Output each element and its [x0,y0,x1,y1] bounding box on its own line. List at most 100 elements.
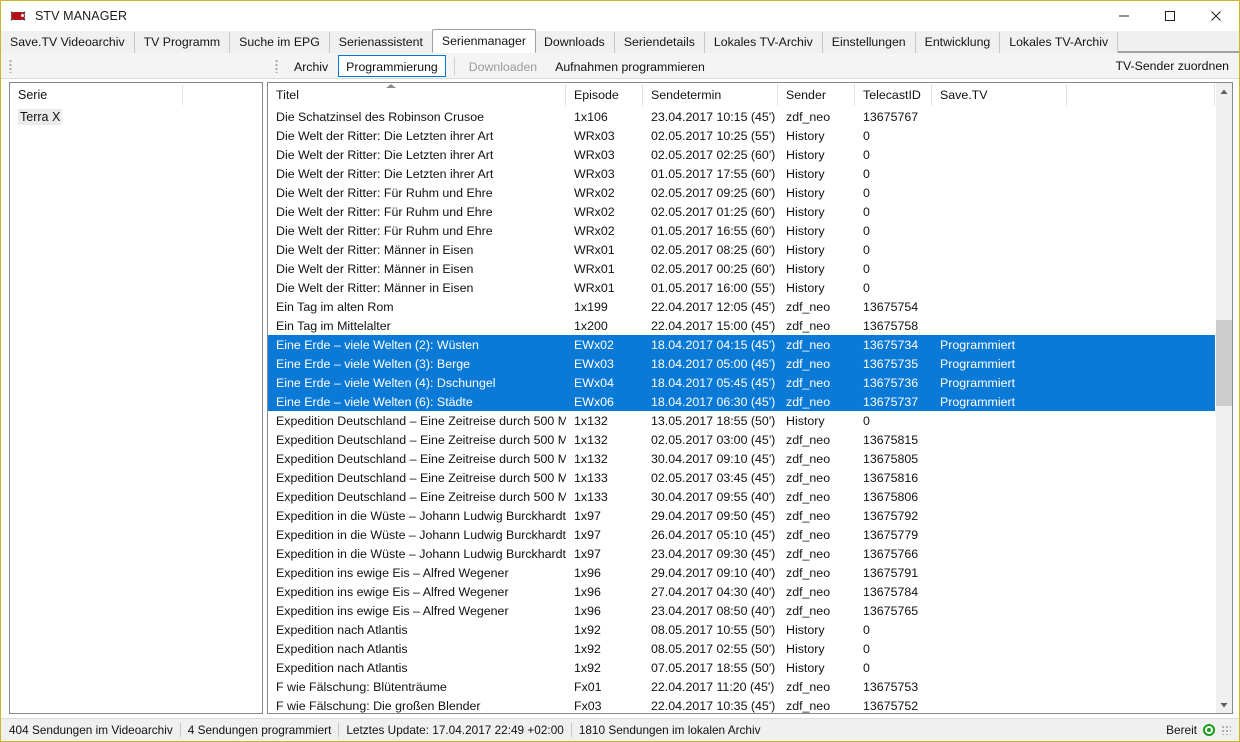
table-row[interactable]: Expedition Deutschland – Eine Zeitreise … [268,411,1215,430]
grid-vertical-scrollbar[interactable] [1215,83,1232,713]
cell-titel: Expedition ins ewige Eis – Alfred Wegene… [268,604,566,618]
tv-sender-zuordnen-button[interactable]: TV-Sender zuordnen [1116,59,1229,73]
table-row[interactable]: Expedition Deutschland – Eine Zeitreise … [268,430,1215,449]
tab-einstellungen[interactable]: Einstellungen [823,32,916,53]
sendungen-grid[interactable]: Titel Episode Sendetermin Sender Telecas… [267,82,1233,714]
cell-episode: 1x92 [566,623,643,637]
cell-sendetermin: 22.04.2017 15:00 (45') [643,319,778,333]
cell-sendetermin: 26.04.2017 05:10 (45') [643,528,778,542]
table-row[interactable]: F wie Fälschung: Die großen BlenderFx032… [268,696,1215,713]
tab-lokales-tv-archiv-2[interactable]: Lokales TV-Archiv [1000,32,1118,53]
window-title: STV MANAGER [35,9,127,23]
serie-column-header[interactable]: Serie [10,88,182,102]
table-row[interactable]: Ein Tag im alten Rom1x19922.04.2017 12:0… [268,297,1215,316]
close-button[interactable] [1193,1,1239,31]
window-controls [1101,1,1239,31]
cell-sendetermin: 01.05.2017 16:55 (60') [643,224,778,238]
minimize-button[interactable] [1101,1,1147,31]
left-toolstrip [1,53,267,79]
table-row[interactable]: Die Welt der Ritter: Männer in EisenWRx0… [268,278,1215,297]
toolbar-grip-icon[interactable] [275,59,278,73]
tab-save-tv-videoarchiv[interactable]: Save.TV Videoarchiv [1,32,135,53]
tab-serienassistent[interactable]: Serienassistent [330,32,433,53]
cell-telecastid: 0 [855,661,932,675]
cell-sender: History [778,186,855,200]
column-header-sendetermin[interactable]: Sendetermin [643,84,778,106]
tab-lokales-tv-archiv[interactable]: Lokales TV-Archiv [705,32,823,53]
toolbar-grip-icon[interactable] [9,59,12,73]
archiv-button[interactable]: Archiv [286,55,336,77]
table-row[interactable]: Expedition nach Atlantis1x9208.05.2017 1… [268,620,1215,639]
table-row[interactable]: Die Welt der Ritter: Für Ruhm und EhreWR… [268,202,1215,221]
table-row[interactable]: Ein Tag im Mittelalter1x20022.04.2017 15… [268,316,1215,335]
table-row[interactable]: Expedition Deutschland – Eine Zeitreise … [268,449,1215,468]
cell-titel: Die Welt der Ritter: Für Ruhm und Ehre [268,186,566,200]
cell-episode: EWx03 [566,357,643,371]
app-window: STV MANAGER Save.TV Videoarchiv TV Progr… [0,0,1240,742]
table-row[interactable]: Eine Erde – viele Welten (3): BergeEWx03… [268,354,1215,373]
cell-sendetermin: 13.05.2017 18:55 (50') [643,414,778,428]
resize-grip-icon[interactable] [1221,725,1231,735]
cell-sendetermin: 02.05.2017 03:00 (45') [643,433,778,447]
grid-rows[interactable]: Die Schatzinsel des Robinson Crusoe1x106… [268,107,1215,713]
table-row[interactable]: Expedition in die Wüste – Johann Ludwig … [268,544,1215,563]
maximize-button[interactable] [1147,1,1193,31]
programmierung-button[interactable]: Programmierung [338,55,446,77]
table-row[interactable]: Die Welt der Ritter: Männer in EisenWRx0… [268,240,1215,259]
tab-serienmanager[interactable]: Serienmanager [432,29,536,53]
serie-list-header: Serie [10,83,262,107]
column-header-savetv[interactable]: Save.TV [932,84,1067,106]
column-header-episode[interactable]: Episode [566,84,643,106]
serie-listbox[interactable]: Serie Terra X [9,82,263,714]
table-row[interactable]: Eine Erde – viele Welten (6): StädteEWx0… [268,392,1215,411]
main-tabstrip[interactable]: Save.TV Videoarchiv TV Programm Suche im… [1,31,1239,53]
scrollbar-thumb[interactable] [1216,320,1232,406]
split-panes: Serie Terra X Archiv Programmierung Down… [1,53,1239,718]
table-row[interactable]: Die Welt der Ritter: Die Letzten ihrer A… [268,164,1215,183]
table-row[interactable]: Die Welt der Ritter: Männer in EisenWRx0… [268,259,1215,278]
scrollbar-track[interactable] [1216,100,1232,696]
tab-entwicklung[interactable]: Entwicklung [916,32,1001,53]
cell-titel: Expedition nach Atlantis [268,661,566,675]
aufnahmen-programmieren-button[interactable]: Aufnahmen programmieren [547,55,713,77]
cell-telecastid: 0 [855,129,932,143]
table-row[interactable]: Expedition Deutschland – Eine Zeitreise … [268,468,1215,487]
cell-telecastid: 0 [855,224,932,238]
cell-sender: History [778,623,855,637]
table-row[interactable]: Die Schatzinsel des Robinson Crusoe1x106… [268,107,1215,126]
table-row[interactable]: Expedition ins ewige Eis – Alfred Wegene… [268,601,1215,620]
cell-sendetermin: 02.05.2017 10:25 (55') [643,129,778,143]
serie-column-header-empty[interactable] [182,85,262,105]
cell-sender: zdf_neo [778,547,855,561]
cell-titel: Expedition nach Atlantis [268,623,566,637]
table-row[interactable]: Eine Erde – viele Welten (4): DschungelE… [268,373,1215,392]
table-row[interactable]: F wie Fälschung: BlütenträumeFx0122.04.2… [268,677,1215,696]
column-header-telecastid[interactable]: TelecastID [855,84,932,106]
table-row[interactable]: Expedition nach Atlantis1x9207.05.2017 1… [268,658,1215,677]
tab-downloads[interactable]: Downloads [535,32,615,53]
cell-sender: zdf_neo [778,604,855,618]
scroll-up-arrow-icon[interactable] [1216,83,1232,100]
table-row[interactable]: Die Welt der Ritter: Die Letzten ihrer A… [268,126,1215,145]
cell-telecastid: 13675758 [855,319,932,333]
table-row[interactable]: Expedition Deutschland – Eine Zeitreise … [268,487,1215,506]
list-item[interactable]: Terra X [10,107,262,127]
table-row[interactable]: Expedition in die Wüste – Johann Ludwig … [268,506,1215,525]
table-row[interactable]: Die Welt der Ritter: Für Ruhm und EhreWR… [268,221,1215,240]
table-row[interactable]: Expedition ins ewige Eis – Alfred Wegene… [268,582,1215,601]
table-row[interactable]: Expedition nach Atlantis1x9208.05.2017 0… [268,639,1215,658]
tab-seriendetails[interactable]: Seriendetails [615,32,705,53]
table-row[interactable]: Expedition in die Wüste – Johann Ludwig … [268,525,1215,544]
table-row[interactable]: Eine Erde – viele Welten (2): WüstenEWx0… [268,335,1215,354]
scroll-down-arrow-icon[interactable] [1216,696,1232,713]
cell-episode: 1x199 [566,300,643,314]
column-header-extra[interactable] [1067,84,1215,106]
table-row[interactable]: Die Welt der Ritter: Für Ruhm und EhreWR… [268,183,1215,202]
table-row[interactable]: Die Welt der Ritter: Die Letzten ihrer A… [268,145,1215,164]
tabstrip-filler [1118,51,1239,52]
tab-tv-programm[interactable]: TV Programm [135,32,231,53]
tab-suche-im-epg[interactable]: Suche im EPG [230,32,330,53]
column-header-titel[interactable]: Titel [268,84,566,106]
table-row[interactable]: Expedition ins ewige Eis – Alfred Wegene… [268,563,1215,582]
column-header-sender[interactable]: Sender [778,84,855,106]
